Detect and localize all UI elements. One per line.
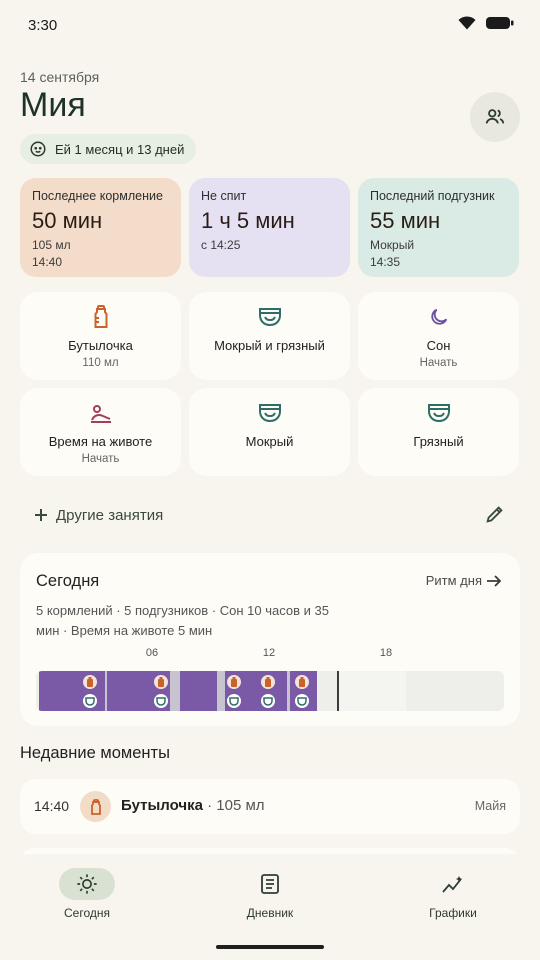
action-title: Мокрый: [245, 434, 294, 449]
diaper-icon: [258, 305, 282, 329]
journal-icon: [242, 868, 298, 900]
caregivers-button[interactable]: [470, 92, 520, 142]
sun-icon: [59, 868, 115, 900]
current-date: 14 сентября: [20, 69, 100, 85]
diaper-icon: [83, 694, 97, 708]
summary-value: 1 ч 5 мин: [201, 208, 295, 233]
action-tummy-time[interactable]: Время на животе Начать: [20, 388, 181, 476]
moment-text: Бутылочка · 105 мл: [121, 797, 265, 814]
summary-time: 14:35: [370, 255, 401, 269]
day-rhythm-label: Ритм дня: [425, 573, 482, 588]
bottle-icon: [295, 675, 309, 689]
action-sleep[interactable]: Сон Начать: [358, 292, 519, 380]
plus-icon: [35, 509, 47, 521]
summary-detail: с 14:25: [201, 238, 241, 252]
battery-icon: [486, 17, 514, 29]
baby-name: Мия: [20, 86, 86, 124]
sleep-segment: [180, 671, 217, 711]
moment-activity: Бутылочка: [121, 797, 203, 814]
other-activities-label: Другие занятия: [56, 506, 164, 524]
action-subtitle: Начать: [419, 357, 458, 369]
moment-item[interactable]: 14:40 Бутылочка · 105 мл Майя: [20, 779, 520, 834]
baby-face-icon: [30, 141, 46, 157]
moment-detail: · 105 мл: [202, 797, 265, 814]
charts-icon: [425, 868, 481, 900]
bottle-icon: [83, 675, 97, 689]
diaper-icon: [154, 694, 168, 708]
moment-time: 14:40: [34, 798, 70, 814]
action-title: Сон: [426, 338, 451, 353]
other-activities-button[interactable]: Другие занятия: [34, 498, 163, 532]
day-rhythm-link[interactable]: Ритм дня: [426, 573, 502, 588]
action-title: Грязный: [413, 434, 464, 449]
status-bar: 3:30: [0, 0, 540, 52]
nav-label: Графики: [429, 906, 477, 920]
edit-button[interactable]: [484, 503, 508, 527]
summary-detail: 105 мл: [32, 238, 71, 252]
age-text: Ей 1 месяц и 13 дней: [55, 141, 185, 157]
tummy-time-icon: [89, 401, 113, 425]
summary-label: Последний подгузник: [370, 189, 495, 203]
today-card[interactable]: Сегодня Ритм дня 5 кормлений · 5 подгузн…: [20, 553, 520, 726]
summary-awake[interactable]: Не спит 1 ч 5 мин с 14:25: [189, 178, 350, 277]
awake-segment: [217, 671, 225, 711]
action-wet[interactable]: Мокрый: [189, 388, 350, 476]
home-indicator: [216, 945, 324, 949]
summary-detail: Мокрый: [370, 238, 415, 252]
action-title: Время на животе: [48, 434, 153, 449]
pencil-icon: [486, 506, 503, 523]
summary-label: Не спит: [201, 189, 247, 203]
bottle-icon: [89, 305, 113, 329]
bottle-icon: [261, 675, 275, 689]
action-dirty[interactable]: Грязный: [358, 388, 519, 476]
other-activities-row: Другие занятия: [20, 498, 520, 532]
action-wet-and-dirty[interactable]: Мокрый и грязный: [189, 292, 350, 380]
action-subtitle: Начать: [81, 453, 120, 465]
bottle-icon: [227, 675, 241, 689]
nav-journal[interactable]: Дневник: [210, 868, 330, 920]
bottle-icon: [80, 791, 111, 822]
diaper-icon: [258, 401, 282, 425]
awake-segment: [170, 671, 180, 711]
diaper-icon: [227, 694, 241, 708]
timeline-tick: 12: [262, 647, 276, 659]
diaper-icon: [295, 694, 309, 708]
action-title: Мокрый и грязный: [214, 338, 325, 353]
status-time: 3:30: [28, 17, 58, 34]
day-timeline[interactable]: [36, 671, 504, 711]
nav-charts[interactable]: Графики: [393, 868, 513, 920]
bottle-icon: [154, 675, 168, 689]
action-bottle[interactable]: Бутылочка 110 мл: [20, 292, 181, 380]
diaper-icon: [427, 401, 451, 425]
moment-author: Майя: [474, 799, 506, 813]
today-summary: 5 кормлений · 5 подгузников · Сон 10 час…: [36, 603, 329, 638]
today-title: Сегодня: [36, 572, 100, 590]
people-icon: [485, 109, 505, 124]
timeline-tick: 06: [145, 647, 159, 659]
summary-last-feeding[interactable]: Последнее кормление 50 мин 105 мл 14:40: [20, 178, 181, 277]
nav-label: Сегодня: [64, 906, 110, 920]
summary-value: 50 мин: [32, 208, 103, 233]
nav-label: Дневник: [246, 906, 294, 920]
age-chip: Ей 1 месяц и 13 дней: [20, 134, 197, 164]
future-segment: [339, 671, 406, 711]
wifi-icon: [458, 16, 476, 30]
summary-value: 55 мин: [370, 208, 441, 233]
nav-today[interactable]: Сегодня: [27, 868, 147, 920]
arrow-right-icon: [487, 574, 502, 587]
summary-time: 14:40: [32, 255, 63, 269]
summary-label: Последнее кормление: [32, 189, 163, 203]
status-icons: [458, 16, 514, 30]
action-title: Бутылочка: [68, 338, 133, 353]
diaper-icon: [261, 694, 275, 708]
moon-icon: [427, 305, 451, 329]
action-subtitle: 110 мл: [82, 357, 119, 369]
recent-moments-title: Недавние моменты: [20, 744, 170, 762]
timeline-tick: 18: [379, 647, 393, 659]
summary-last-diaper[interactable]: Последний подгузник 55 мин Мокрый 14:35: [358, 178, 519, 277]
